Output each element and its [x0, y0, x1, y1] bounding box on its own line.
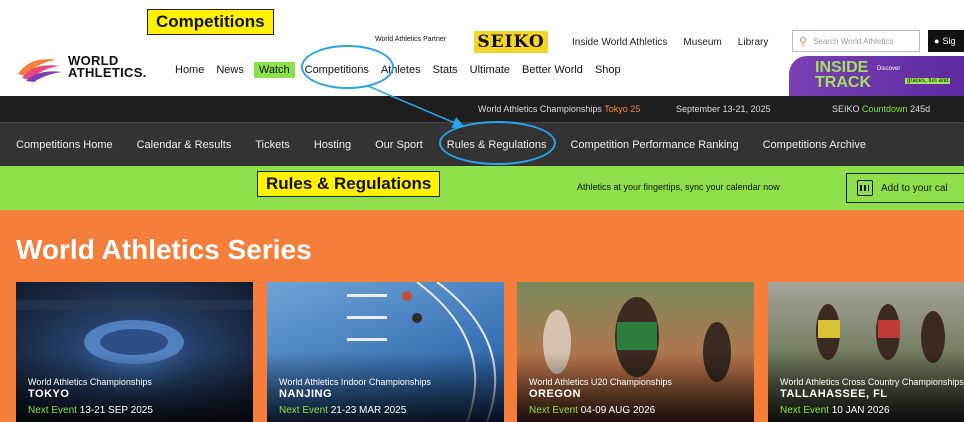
inside-track-text-2: graces, fun and	[905, 78, 951, 84]
championship-strip: World Athletics Championships Tokyo 25 S…	[0, 96, 964, 122]
main-nav: Home News Watch Competitions Athletes St…	[169, 62, 627, 78]
next-event-label: Next Event	[28, 405, 77, 416]
partner-text: World Athletics Partner	[375, 36, 447, 43]
series-card-tokyo[interactable]: World Athletics Championships TOKYO Next…	[16, 282, 253, 422]
card-name: World Athletics Cross Country Championsh…	[780, 377, 964, 387]
calendar-icon	[857, 180, 873, 196]
competitions-annotation-label: Competitions	[147, 9, 274, 35]
card-city: TOKYO	[28, 388, 70, 400]
card-city: NANJING	[279, 388, 333, 400]
card-name: World Athletics Championships	[28, 377, 152, 387]
next-event-label: Next Event	[780, 405, 829, 416]
strip-event[interactable]: World Athletics Championships Tokyo 25	[478, 104, 640, 114]
nav-news[interactable]: News	[210, 64, 250, 76]
strip-event-prefix: World Athletics Championships	[478, 104, 602, 114]
competitions-highlight-oval	[301, 45, 394, 89]
search-icon: ⚲	[799, 35, 808, 48]
sync-text: Athletics at your fingertips, sync your …	[577, 182, 780, 192]
nav-shop[interactable]: Shop	[589, 64, 627, 76]
search-input[interactable]: ⚲ Search World Athletics	[792, 30, 920, 52]
top-link-museum[interactable]: Museum	[683, 37, 721, 48]
strip-countdown-label: Countdown	[862, 104, 908, 114]
series-card-nanjing[interactable]: World Athletics Indoor Championships NAN…	[267, 282, 504, 422]
card-next-event: Next Event 13-21 SEP 2025	[28, 405, 153, 416]
series-card-oregon[interactable]: World Athletics U20 Championships OREGON…	[517, 282, 754, 422]
inside-track-title-2: TRACK	[815, 74, 871, 91]
card-name: World Athletics Indoor Championships	[279, 377, 431, 387]
card-date: 10 JAN 2026	[831, 405, 890, 416]
comp-nav-home[interactable]: Competitions Home	[16, 139, 113, 151]
inside-track-text: Discover	[877, 66, 901, 72]
comp-nav-ranking[interactable]: Competition Performance Ranking	[570, 139, 738, 151]
card-date: 21-23 MAR 2025	[330, 405, 407, 416]
rules-highlight-oval	[439, 121, 556, 165]
top-link-library[interactable]: Library	[738, 37, 769, 48]
strip-countdown-brand: SEIKO	[832, 104, 860, 114]
add-to-calendar-button[interactable]: Add to your cal	[846, 173, 964, 203]
add-calendar-label: Add to your cal	[881, 182, 948, 194]
strip-countdown-value: 245d	[910, 104, 931, 114]
rules-annotation-label: Rules & Regulations	[257, 171, 441, 197]
logo-text: WORLD ATHLETICS.	[68, 54, 147, 80]
inside-track-title: INSIDE TRACK	[815, 59, 871, 91]
card-date: 13-21 SEP 2025	[79, 405, 153, 416]
card-name: World Athletics U20 Championships	[529, 377, 672, 387]
logo-line-2: ATHLETICS.	[68, 65, 147, 80]
series-section: World Athletics Series World Athletics C…	[0, 210, 964, 422]
strip-dates: September 13-21, 2025	[676, 104, 771, 114]
nav-home[interactable]: Home	[169, 64, 210, 76]
nav-stats[interactable]: Stats	[427, 64, 464, 76]
world-athletics-logo[interactable]: WORLD ATHLETICS.	[16, 52, 147, 82]
inside-track-promo[interactable]: INSIDE TRACK Discover graces, fun and	[789, 56, 964, 96]
top-link-inside[interactable]: Inside World Athletics	[572, 37, 667, 48]
inside-track-title-1: INSIDE	[815, 59, 869, 76]
strip-countdown: SEIKO Countdown 245d	[832, 104, 930, 114]
card-city: OREGON	[529, 388, 581, 400]
series-card-tallahassee[interactable]: World Athletics Cross Country Championsh…	[768, 282, 964, 422]
nav-watch[interactable]: Watch	[253, 62, 295, 78]
card-date: 04-09 AUG 2026	[580, 405, 656, 416]
nav-ultimate[interactable]: Ultimate	[464, 64, 516, 76]
site-header: WORLD ATHLETICS. World Athletics Partner…	[0, 0, 964, 96]
comp-nav-calendar[interactable]: Calendar & Results	[137, 139, 232, 151]
logo-swoosh-icon	[18, 59, 62, 82]
calendar-sync-bar: Athletics at your fingertips, sync your …	[0, 166, 964, 210]
seiko-partner-logo[interactable]: SEIKO	[474, 31, 548, 53]
user-icon: ●	[934, 36, 940, 46]
comp-nav-hosting[interactable]: Hosting	[314, 139, 351, 151]
comp-nav-our-sport[interactable]: Our Sport	[375, 139, 423, 151]
sign-in-label: Sig	[942, 36, 956, 46]
series-heading: World Athletics Series	[16, 234, 312, 265]
comp-nav-tickets[interactable]: Tickets	[255, 139, 289, 151]
card-next-event: Next Event 21-23 MAR 2025	[279, 405, 406, 416]
top-links: Inside World Athletics Museum Library	[572, 37, 768, 48]
card-city: TALLAHASSEE, FL	[780, 388, 888, 400]
search-placeholder: Search World Athletics	[813, 36, 894, 46]
sign-in-button[interactable]: ● Sig	[928, 30, 964, 52]
strip-event-city: Tokyo 25	[604, 104, 641, 114]
next-event-label: Next Event	[529, 405, 578, 416]
comp-nav-archive[interactable]: Competitions Archive	[763, 139, 866, 151]
nav-better-world[interactable]: Better World	[516, 64, 589, 76]
card-next-event: Next Event 04-09 AUG 2026	[529, 405, 655, 416]
next-event-label: Next Event	[279, 405, 328, 416]
card-next-event: Next Event 10 JAN 2026	[780, 405, 890, 416]
